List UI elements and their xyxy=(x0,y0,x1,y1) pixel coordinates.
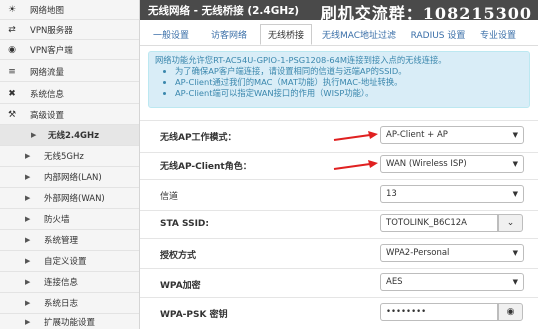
sidebar-item-label: 无线5GHz xyxy=(44,152,84,162)
chevron-right-icon: ▶ xyxy=(25,317,31,326)
sidebar-item-label: 内部网络(LAN) xyxy=(44,173,102,183)
client-role-value: WAN (Wireless ISP) xyxy=(386,159,467,169)
psk-value: •••••••• xyxy=(386,307,427,317)
encryption-select[interactable]: AES ▼ xyxy=(380,273,524,291)
sidebar-item-traffic[interactable]: ≡ 网络流量 xyxy=(0,62,139,82)
tab-mac-filter[interactable]: 无线MAC地址过滤 xyxy=(314,24,404,45)
caret-down-icon: ▼ xyxy=(512,131,518,139)
ssid-scan-button[interactable]: ⌄ xyxy=(498,214,523,232)
sidebar-item-label: 网络地图 xyxy=(30,5,65,16)
annotation-arrow-icon xyxy=(333,131,378,141)
sidebar-sub-lan[interactable]: ▶ 内部网络(LAN) xyxy=(0,167,139,188)
sidebar-sub-connections[interactable]: ▶ 连接信息 xyxy=(0,272,139,293)
sidebar-item-label: 外部网络(WAN) xyxy=(44,194,105,204)
chevron-right-icon: ▶ xyxy=(31,131,37,139)
vpn-client-icon: ◉ xyxy=(8,44,16,55)
sidebar-sub-wireless-5[interactable]: ▶ 无线5GHz xyxy=(0,146,139,167)
ap-mode-select[interactable]: AP-Client + AP ▼ xyxy=(380,126,524,144)
info-bullet: AP-Client通过我们的MAC（MAT功能）执行MAC-地址转换。 xyxy=(175,77,523,88)
tab-bar: 一般设置 访客网络 无线桥接 无线MAC地址过滤 RADIUS 设置 专业设置 xyxy=(140,20,538,46)
sidebar-sub-administration[interactable]: ▶ 系统管理 xyxy=(0,230,139,251)
sidebar-item-label: 系统管理 xyxy=(44,236,79,246)
sidebar-item-system-info[interactable]: ✖ 系统信息 xyxy=(0,84,139,104)
tab-professional[interactable]: 专业设置 xyxy=(472,24,524,45)
psk-input[interactable]: •••••••• xyxy=(380,303,498,321)
sidebar-item-label: VPN服务器 xyxy=(30,25,73,36)
ap-mode-label: 无线AP工作模式： xyxy=(160,133,237,143)
sidebar-item-label: 网络流量 xyxy=(30,67,65,78)
show-password-button[interactable]: ◉ xyxy=(498,303,523,321)
globe-icon: ☀ xyxy=(7,4,17,15)
wrench-icon: ⚒ xyxy=(7,109,17,120)
caret-down-icon: ▼ xyxy=(512,278,518,286)
tab-guest[interactable]: 访客网络 xyxy=(202,24,256,45)
chevron-right-icon: ▶ xyxy=(25,215,31,223)
chevron-right-icon: ▶ xyxy=(25,173,31,181)
info-bullet: AP-Client端可以指定WAN接口的作用（WISP功能）。 xyxy=(175,88,523,99)
sysinfo-icon: ✖ xyxy=(8,88,16,99)
chevron-right-icon: ▶ xyxy=(25,299,31,307)
sidebar-sub-custom[interactable]: ▶ 自定义设置 xyxy=(0,251,139,272)
caret-down-icon: ▼ xyxy=(512,160,518,168)
sidebar-sub-extensions[interactable]: ▶ 扩展功能设置 xyxy=(0,314,139,329)
sidebar-item-label: 无线2.4GHz xyxy=(48,131,100,141)
ssid-label: STA SSID: xyxy=(160,219,209,229)
ssid-input[interactable]: TOTOLINK_B6C12A xyxy=(380,214,498,232)
sidebar-item-vpn-server[interactable]: ⇄ VPN服务器 xyxy=(0,20,139,40)
page-title: 无线网络 - 无线桥接 (2.4GHz) xyxy=(148,5,300,17)
sidebar-item-label: 防火墙 xyxy=(44,215,70,225)
channel-select[interactable]: 13 ▼ xyxy=(380,185,524,203)
sidebar-item-vpn-client[interactable]: ◉ VPN客户端 xyxy=(0,40,139,60)
encryption-label: WPA加密 xyxy=(160,281,201,291)
sidebar-item-advanced[interactable]: ⚒ 高级设置 xyxy=(0,105,139,125)
client-role-select[interactable]: WAN (Wireless ISP) ▼ xyxy=(380,155,524,173)
sidebar: ☀ 网络地图 ⇄ VPN服务器 ◉ VPN客户端 ≡ 网络流量 ✖ 系统信息 ⚒… xyxy=(0,0,140,329)
sidebar-item-network-map[interactable]: ☀ 网络地图 xyxy=(0,0,139,20)
sidebar-sub-firewall[interactable]: ▶ 防火墙 xyxy=(0,209,139,230)
chevron-right-icon: ▶ xyxy=(25,257,31,265)
sidebar-sub-syslog[interactable]: ▶ 系统日志 xyxy=(0,293,139,314)
client-role-label: 无线AP-Client角色： xyxy=(160,162,252,172)
traffic-icon: ≡ xyxy=(8,66,16,77)
auth-value: WPA2-Personal xyxy=(386,248,450,258)
page-header: 无线网络 - 无线桥接 (2.4GHz) 刷机交流群：108215300 xyxy=(140,0,538,23)
ssid-value: TOTOLINK_B6C12A xyxy=(386,218,467,228)
sidebar-item-label: 扩展功能设置 xyxy=(44,317,96,328)
chevron-right-icon: ▶ xyxy=(25,194,31,202)
info-box: 网络功能允许您RT-AC54U-GPIO-1-PSG1208-64M连接到接入点… xyxy=(148,51,530,108)
sidebar-item-label: 系统日志 xyxy=(44,299,79,309)
channel-label: 信道 xyxy=(160,192,179,202)
sidebar-item-label: VPN客户端 xyxy=(30,45,73,56)
caret-down-icon: ▼ xyxy=(512,249,518,257)
chevron-right-icon: ▶ xyxy=(25,236,31,244)
sidebar-item-label: 系统信息 xyxy=(30,89,65,100)
chevron-right-icon: ▶ xyxy=(25,278,31,286)
auth-label: 授权方式 xyxy=(160,251,197,261)
ap-mode-value: AP-Client + AP xyxy=(386,130,448,140)
encryption-value: AES xyxy=(386,277,403,287)
annotation-arrow-icon xyxy=(333,160,378,170)
sidebar-sub-wan[interactable]: ▶ 外部网络(WAN) xyxy=(0,188,139,209)
sidebar-item-label: 高级设置 xyxy=(30,110,65,121)
tab-bridge[interactable]: 无线桥接 xyxy=(260,24,312,45)
tab-radius[interactable]: RADIUS 设置 xyxy=(406,24,470,45)
eye-icon: ◉ xyxy=(506,307,515,317)
caret-down-icon: ▼ xyxy=(512,190,518,198)
tab-general[interactable]: 一般设置 xyxy=(144,24,198,45)
sidebar-sub-wireless-24[interactable]: ▶ 无线2.4GHz xyxy=(0,125,139,146)
info-intro: 网络功能允许您RT-AC54U-GPIO-1-PSG1208-64M连接到接入点… xyxy=(155,55,447,65)
vpn-server-icon: ⇄ xyxy=(8,24,16,35)
channel-value: 13 xyxy=(386,189,397,199)
auth-select[interactable]: WPA2-Personal ▼ xyxy=(380,244,524,262)
sidebar-item-label: 自定义设置 xyxy=(44,257,87,267)
info-bullet: 为了确保AP客户端连接，请设置相同的信道与远端AP的SSID。 xyxy=(175,66,523,77)
sidebar-item-label: 连接信息 xyxy=(44,278,79,288)
chevron-down-icon: ⌄ xyxy=(506,218,515,228)
psk-label: WPA-PSK 密钥 xyxy=(160,310,228,320)
chevron-right-icon: ▶ xyxy=(25,152,31,160)
